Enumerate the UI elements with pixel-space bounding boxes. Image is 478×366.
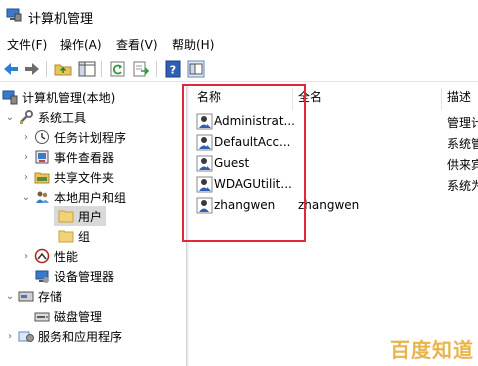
tree-label: 共享文件夹 — [54, 170, 115, 185]
toolbar: ? — [0, 56, 478, 82]
window-title: 计算机管理 — [28, 12, 94, 27]
user-fullname: zhangwen — [298, 198, 360, 212]
tree-label: 本地用户和组 — [54, 190, 127, 205]
column-header-fullname[interactable]: 全名 — [298, 88, 322, 110]
tree-item-services-apps[interactable]: › 服务和应用程序 — [4, 326, 122, 346]
user-row[interactable]: WDAGUtilit... 系统为 — [190, 174, 478, 195]
column-header-description[interactable]: 描述 — [447, 88, 471, 110]
column-divider[interactable] — [292, 88, 293, 110]
user-account-icon — [196, 134, 213, 151]
chevron-down-icon[interactable]: ⌄ — [20, 192, 32, 203]
storage-icon — [18, 291, 34, 302]
tree-item-groups[interactable]: 组 — [54, 226, 90, 246]
pane-splitter[interactable] — [186, 84, 189, 366]
title-bar: 计算机管理 — [0, 0, 478, 32]
clock-icon — [35, 130, 49, 144]
menu-action[interactable]: 操作(A) — [60, 36, 102, 53]
menu-bar: 文件(F) 操作(A) 查看(V) 帮助(H) — [0, 33, 478, 55]
svg-text:?: ? — [170, 64, 176, 77]
watermark: 百度知道 — [390, 338, 474, 362]
tree-item-device-manager[interactable]: 设备管理器 — [32, 266, 114, 286]
user-row[interactable]: Administrat... 管理计 — [190, 111, 478, 132]
performance-icon — [34, 248, 50, 264]
services-icon — [18, 331, 34, 342]
shared-folder-icon — [34, 172, 50, 184]
user-row[interactable]: Guest 供来宾 — [190, 153, 478, 174]
tree-item-disk-management[interactable]: 磁盘管理 — [32, 306, 102, 326]
tree-label: 性能 — [54, 249, 79, 264]
user-description: 系统为 — [447, 179, 478, 193]
console-tree: 计算机管理(本地) ⌄ 系统工具 › 任务计划程序 › 事件查看器 › 共享文件… — [0, 84, 186, 366]
tree-item-storage[interactable]: ⌄ 存储 — [4, 286, 62, 306]
tree-item-users[interactable]: 用户 — [54, 206, 106, 226]
toolbar-separator — [46, 61, 47, 77]
tree-label: 组 — [78, 229, 91, 244]
folder-icon — [58, 230, 74, 243]
user-account-icon — [196, 176, 213, 193]
forward-arrow-icon[interactable] — [22, 59, 42, 79]
export-list-icon[interactable] — [131, 59, 151, 79]
folder-up-icon[interactable] — [53, 59, 73, 79]
folder-icon — [58, 210, 74, 223]
menu-help[interactable]: 帮助(H) — [172, 36, 214, 53]
tree-label: 磁盘管理 — [54, 309, 103, 324]
tree-item-local-users-groups[interactable]: ⌄ 本地用户和组 — [20, 187, 126, 207]
computer-management-icon — [6, 8, 22, 22]
refresh-icon[interactable] — [108, 59, 128, 79]
back-arrow-icon[interactable] — [1, 59, 21, 79]
chevron-down-icon[interactable]: ⌄ — [4, 112, 16, 123]
user-name: WDAGUtilit... — [214, 177, 292, 191]
user-description: 供来宾 — [447, 158, 478, 172]
user-name: Guest — [214, 156, 250, 170]
user-row[interactable]: DefaultAcc... 系统管 — [190, 132, 478, 153]
menu-view[interactable]: 查看(V) — [116, 36, 158, 53]
user-name: DefaultAcc... — [214, 135, 291, 149]
menu-file[interactable]: 文件(F) — [7, 36, 47, 53]
tree-label: 存储 — [38, 289, 63, 304]
tree-item-root[interactable]: 计算机管理(本地) — [2, 87, 115, 107]
toolbar-separator — [101, 61, 102, 77]
device-manager-icon — [35, 270, 49, 283]
properties-icon[interactable] — [186, 59, 206, 79]
toolbar-separator — [156, 61, 157, 77]
user-account-icon — [196, 155, 213, 172]
chevron-right-icon[interactable]: › — [20, 251, 32, 262]
user-account-icon — [196, 113, 213, 130]
user-list-pane: 名称 全名 描述 Administrat... 管理计 DefaultAcc..… — [190, 84, 478, 366]
chevron-right-icon[interactable]: › — [20, 172, 32, 183]
users-group-icon — [36, 191, 49, 203]
column-divider[interactable] — [441, 88, 442, 110]
tree-label: 任务计划程序 — [54, 130, 127, 145]
chevron-right-icon[interactable]: › — [4, 331, 16, 342]
user-description: 管理计 — [447, 116, 478, 130]
tree-label: 计算机管理(本地) — [22, 90, 116, 105]
chevron-right-icon[interactable]: › — [20, 132, 32, 143]
tree-item-performance[interactable]: › 性能 — [20, 246, 78, 266]
tree-label: 系统工具 — [38, 110, 87, 125]
tree-label: 设备管理器 — [54, 269, 115, 284]
user-row[interactable]: zhangwen zhangwen — [190, 195, 478, 216]
user-name: Administrat... — [214, 114, 295, 128]
event-viewer-icon — [35, 150, 49, 164]
tools-icon — [20, 110, 33, 124]
tree-label: 事件查看器 — [54, 150, 115, 165]
column-header-name[interactable]: 名称 — [197, 88, 221, 110]
tree-label: 服务和应用程序 — [38, 329, 123, 344]
user-description: 系统管 — [447, 137, 478, 151]
tree-item-task-scheduler[interactable]: › 任务计划程序 — [20, 127, 126, 147]
user-account-icon — [196, 197, 213, 214]
tree-label: 用户 — [78, 209, 103, 224]
user-name: zhangwen — [214, 198, 276, 212]
tree-item-shared-folders[interactable]: › 共享文件夹 — [20, 167, 114, 187]
computer-management-icon — [2, 90, 18, 105]
help-icon[interactable]: ? — [163, 59, 183, 79]
tree-item-system-tools[interactable]: ⌄ 系统工具 — [4, 107, 86, 127]
chevron-down-icon[interactable]: ⌄ — [4, 291, 16, 302]
tree-item-event-viewer[interactable]: › 事件查看器 — [20, 147, 114, 167]
disk-icon — [34, 312, 50, 322]
console-tree-icon[interactable] — [77, 59, 97, 79]
chevron-right-icon[interactable]: › — [20, 152, 32, 163]
